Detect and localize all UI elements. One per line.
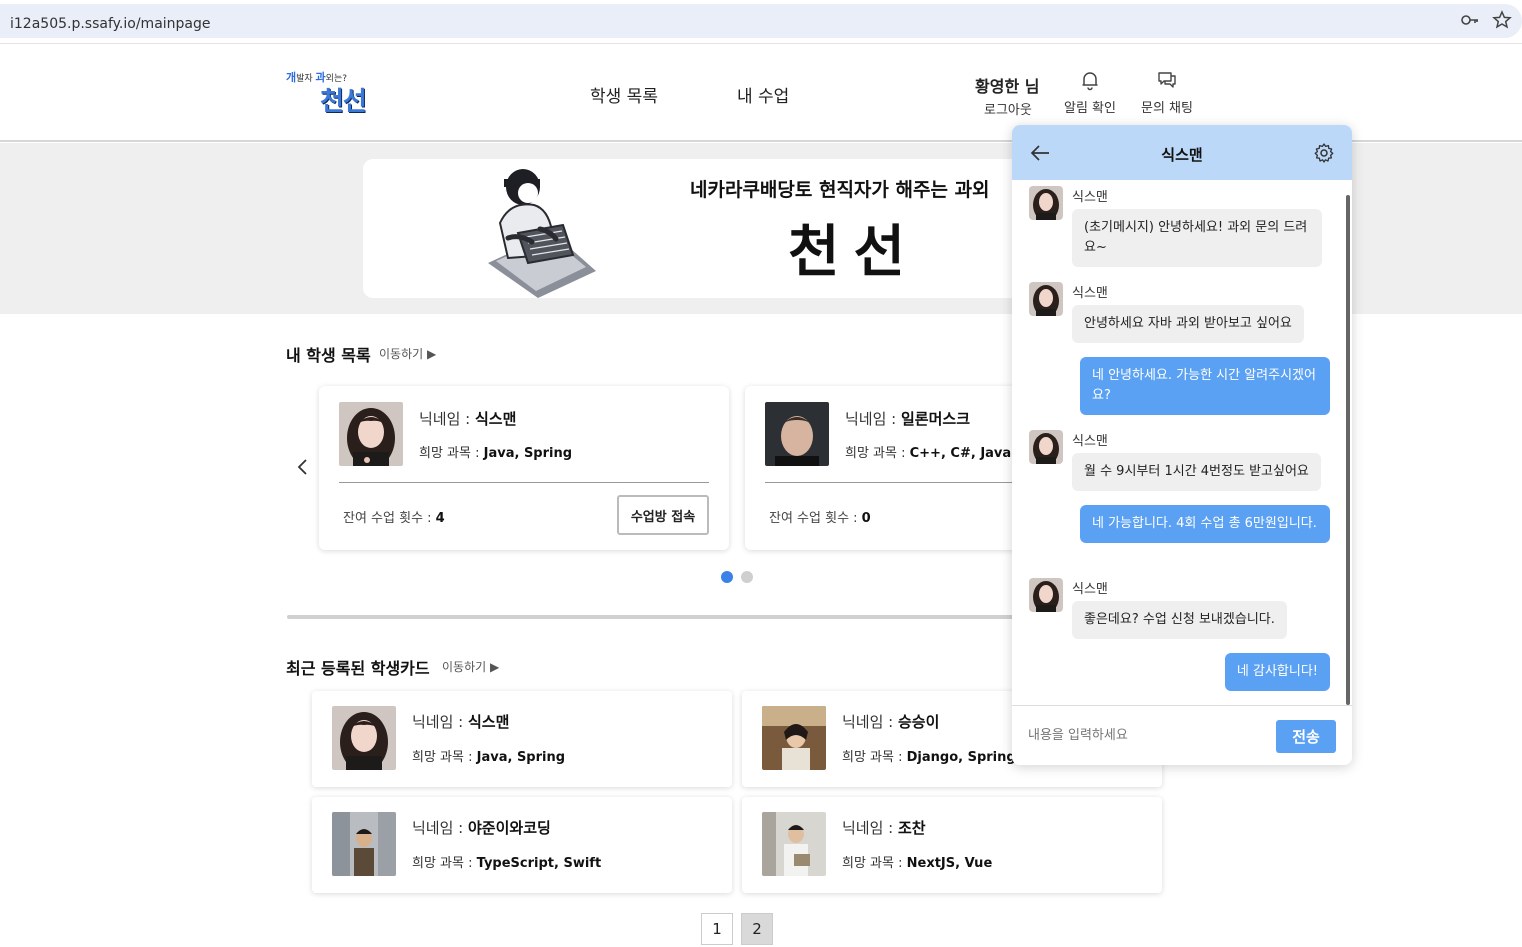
chevron-left-icon[interactable]: [295, 457, 311, 477]
student-card-sixman[interactable]: 닉네임 : 식스맨 희망 과목 : Java, Spring 잔여 수업 횟수 …: [319, 386, 729, 550]
notification-button[interactable]: 알림 확인: [1064, 69, 1116, 116]
recent-students-link[interactable]: 이동하기 ▶: [442, 658, 499, 675]
chat-title: 식스맨: [1161, 146, 1203, 164]
student-subjects: 희망 과목 : Django, Spring: [842, 750, 1016, 765]
chat-header: 식스맨: [1012, 125, 1352, 180]
message-sender: 식스맨: [1072, 434, 1108, 449]
message-bubble-outgoing: 네 감사합니다!: [1224, 653, 1330, 691]
remaining-lessons: 잔여 수업 횟수 : 4: [343, 511, 445, 526]
message-sender: 식스맨: [1072, 582, 1108, 597]
enter-classroom-button[interactable]: 수업방 접속: [617, 495, 709, 535]
message-bubble-incoming: 좋은데요? 수업 신청 보내겠습니다.: [1072, 601, 1287, 639]
card-divider: [339, 482, 709, 483]
message-bubble-incoming: (초기메시지) 안녕하세요! 과외 문의 드려요~: [1072, 209, 1322, 267]
recent-students-title: 최근 등록된 학생카드: [286, 659, 430, 678]
gear-icon[interactable]: [1313, 142, 1335, 164]
logout-link[interactable]: 로그아웃: [984, 99, 1032, 118]
chat-scrollbar[interactable]: [1346, 195, 1350, 705]
logo-wordmark: 천선: [320, 87, 367, 117]
page-1-button[interactable]: 1: [701, 913, 733, 945]
student-nickname: 닉네임 : 식스맨: [419, 410, 517, 428]
student-nickname: 닉네임 : 야준이와코딩: [412, 819, 551, 837]
nav-my-class[interactable]: 내 수업: [737, 82, 789, 107]
avatar: [1029, 282, 1063, 316]
developer-laptop-illustration: [488, 169, 596, 298]
remaining-lessons: 잔여 수업 횟수 : 0: [769, 511, 871, 526]
carousel-dot-2[interactable]: [741, 571, 753, 583]
student-photo: [762, 706, 826, 770]
message-bubble-outgoing: 네 안녕하세요. 가능한 시간 알려주시겠어요?: [1080, 357, 1330, 415]
inquiry-chat-button[interactable]: 문의 채팅: [1141, 69, 1193, 116]
user-name: 황영한 님: [975, 77, 1040, 96]
chat-bubbles-icon: [1158, 72, 1176, 88]
message-bubble-incoming: 안녕하세요 자바 과외 받아보고 싶어요: [1072, 305, 1304, 343]
recent-card-jochan[interactable]: 닉네임 : 조찬 희망 과목 : NextJS, Vue: [742, 797, 1162, 893]
my-students-link[interactable]: 이동하기 ▶: [379, 345, 436, 362]
my-students-title: 내 학생 목록: [286, 346, 371, 365]
student-nickname: 닉네임 : 조찬: [842, 819, 926, 837]
address-bar[interactable]: i12a505.p.ssafy.io/mainpage: [0, 4, 1522, 38]
card-divider: [765, 482, 1045, 483]
inquiry-chat-label: 문의 채팅: [1141, 101, 1193, 116]
student-subjects: 희망 과목 : Java, Spring: [419, 446, 573, 461]
student-subjects: 희망 과목 : Java, Spring: [412, 750, 566, 765]
url-text[interactable]: i12a505.p.ssafy.io/mainpage: [10, 16, 211, 32]
avatar: [1029, 430, 1063, 464]
chat-composer: 전송: [1012, 705, 1352, 765]
nav-student-list[interactable]: 학생 목록: [590, 82, 658, 107]
student-photo: [332, 706, 396, 770]
student-photo: [765, 402, 829, 466]
message-sender: 식스맨: [1072, 190, 1108, 205]
key-icon[interactable]: [1460, 10, 1480, 30]
message-sender: 식스맨: [1072, 286, 1108, 301]
student-nickname: 닉네임 : 식스맨: [412, 713, 510, 731]
avatar: [1029, 186, 1063, 220]
banner-subtitle: 네카라쿠배당토 현직자가 해주는 과외: [690, 179, 990, 201]
chat-message-input[interactable]: [1028, 728, 1268, 743]
bell-icon: [1082, 72, 1098, 91]
chat-messages[interactable]: 식스맨 (초기메시지) 안녕하세요! 과외 문의 드려요~ 식스맨 안녕하세요 …: [1012, 180, 1352, 705]
student-subjects: 희망 과목 : NextJS, Vue: [842, 856, 993, 871]
recent-card-sixman[interactable]: 닉네임 : 식스맨 희망 과목 : Java, Spring: [312, 691, 732, 787]
chat-panel: 식스맨 식스맨 (초기메시지) 안녕하세요! 과외 문의 드려요~ 식스맨 안녕…: [1012, 125, 1352, 765]
student-nickname: 닉네임 : 승승이: [842, 713, 940, 731]
avatar: [1029, 578, 1063, 612]
recent-card-yajuni[interactable]: 닉네임 : 야준이와코딩 희망 과목 : TypeScript, Swift: [312, 797, 732, 893]
student-photo: [332, 812, 396, 876]
send-button[interactable]: 전송: [1276, 720, 1336, 753]
student-nickname: 닉네임 : 일론머스크: [845, 410, 971, 428]
carousel-dot-1[interactable]: [721, 571, 733, 583]
site-logo[interactable]: 개발자 과외는? 천선: [286, 69, 376, 119]
notification-label: 알림 확인: [1064, 101, 1116, 116]
page-2-button[interactable]: 2: [741, 913, 773, 945]
student-photo: [339, 402, 403, 466]
message-bubble-incoming: 월 수 9시부터 1시간 4번정도 받고싶어요: [1072, 453, 1321, 491]
student-photo: [762, 812, 826, 876]
student-card-elon[interactable]: 닉네임 : 일론머스크 희망 과목 : C++, C#, Java 잔여 수업 …: [745, 386, 1045, 550]
star-icon[interactable]: [1492, 10, 1512, 30]
student-subjects: 희망 과목 : C++, C#, Java: [845, 446, 1012, 461]
student-subjects: 희망 과목 : TypeScript, Swift: [412, 856, 602, 871]
message-bubble-outgoing: 네 가능합니다. 4회 수업 총 6만원입니다.: [1080, 505, 1330, 543]
banner-title: 천선: [788, 220, 920, 285]
browser-bar: i12a505.p.ssafy.io/mainpage: [0, 0, 1522, 44]
